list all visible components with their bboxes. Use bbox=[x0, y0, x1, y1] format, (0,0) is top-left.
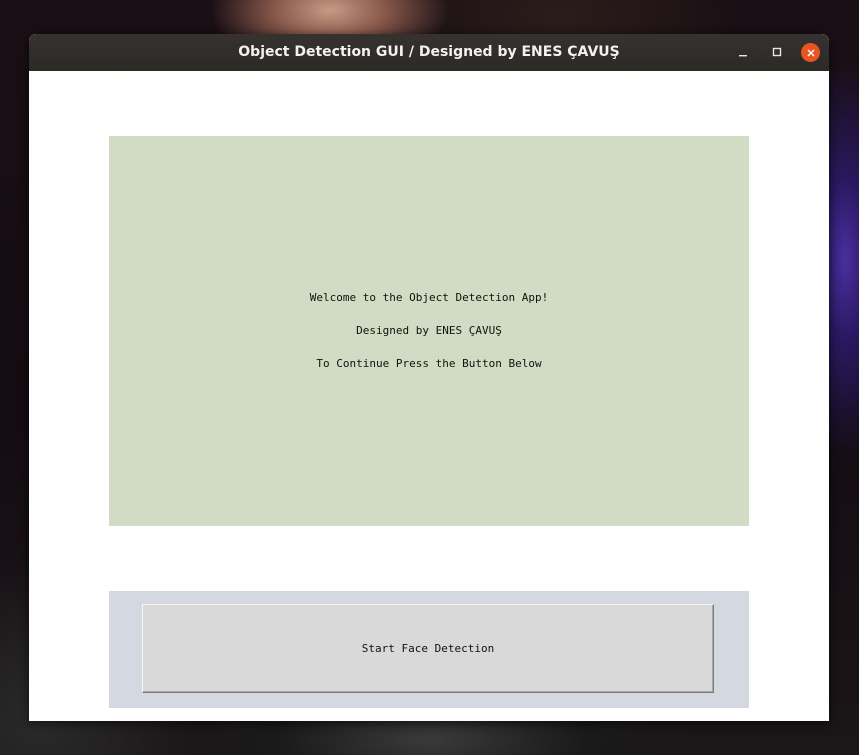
instruction-text: To Continue Press the Button Below bbox=[316, 357, 542, 370]
welcome-text: Welcome to the Object Detection App! bbox=[309, 291, 549, 304]
button-container: Start Face Detection bbox=[109, 591, 749, 708]
minimize-button[interactable] bbox=[733, 42, 753, 62]
start-face-detection-button[interactable]: Start Face Detection bbox=[142, 604, 714, 693]
app-window: Object Detection GUI / Designed by ENES … bbox=[29, 34, 829, 721]
welcome-panel: Welcome to the Object Detection App! Des… bbox=[109, 136, 749, 526]
close-button[interactable] bbox=[801, 43, 820, 62]
window-title: Object Detection GUI / Designed by ENES … bbox=[238, 44, 620, 60]
window-titlebar[interactable]: Object Detection GUI / Designed by ENES … bbox=[29, 34, 829, 71]
designer-text: Designed by ENES ÇAVUŞ bbox=[356, 324, 502, 337]
close-icon bbox=[806, 48, 815, 57]
minimize-icon bbox=[739, 55, 747, 57]
maximize-icon bbox=[772, 47, 782, 57]
maximize-button[interactable] bbox=[767, 42, 787, 62]
window-content: Welcome to the Object Detection App! Des… bbox=[29, 71, 829, 721]
